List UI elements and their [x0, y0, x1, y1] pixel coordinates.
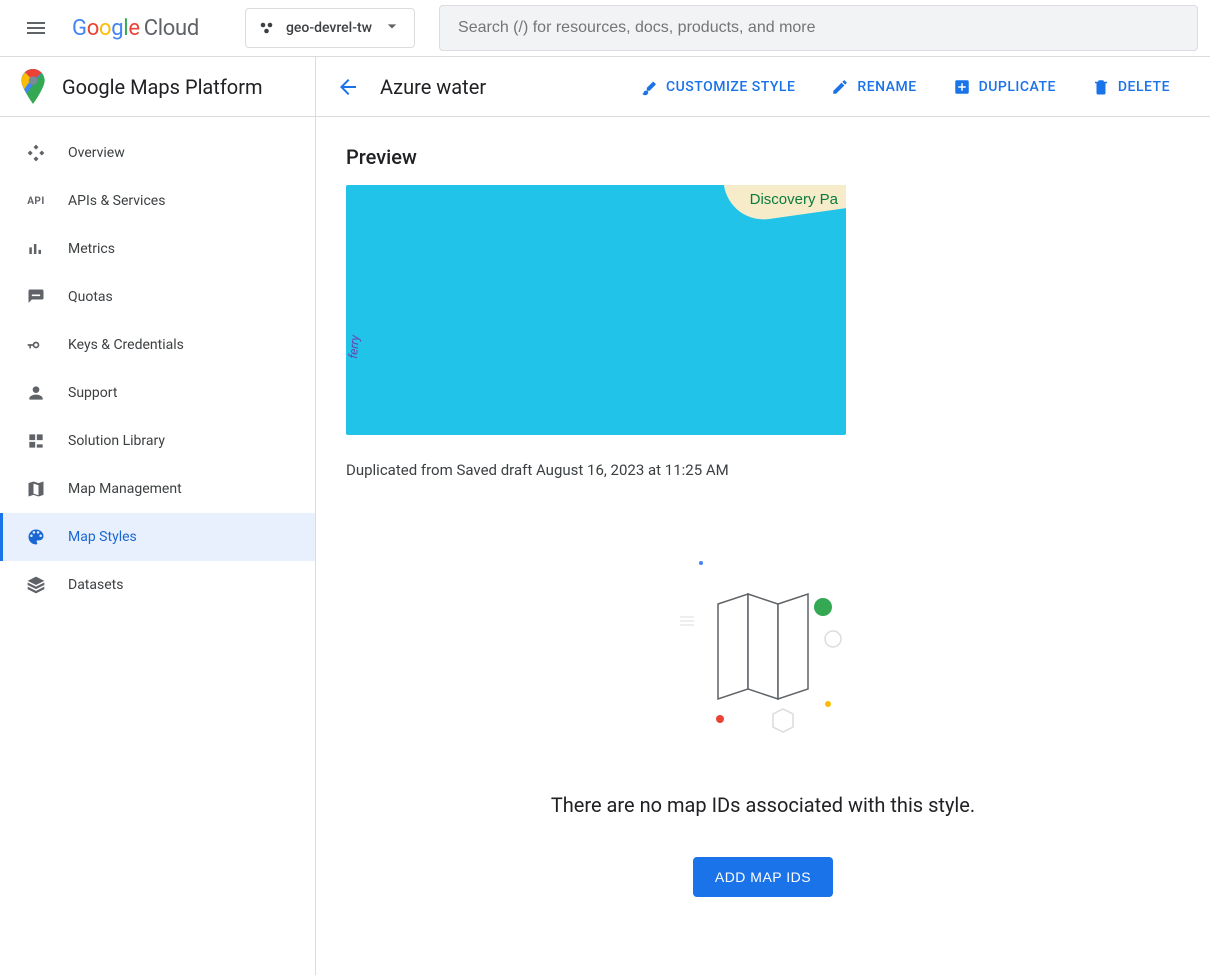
action-label: DUPLICATE: [979, 79, 1056, 95]
hamburger-icon: [24, 16, 48, 40]
sidebar-item-map-styles[interactable]: Map Styles: [0, 513, 315, 561]
sidebar-item-label: Quotas: [68, 289, 113, 305]
main-body: Preview Discovery Pa ferry Duplicated fr…: [316, 117, 1210, 925]
sidebar-title: Google Maps Platform: [62, 75, 263, 99]
sidebar-item-support[interactable]: Support: [0, 369, 315, 417]
sidebar-item-label: Solution Library: [68, 433, 165, 449]
page-title: Azure water: [380, 75, 486, 99]
duplicate-icon: [953, 78, 971, 96]
sidebar-item-datasets[interactable]: Datasets: [0, 561, 315, 609]
sidebar-item-apis[interactable]: API APIs & Services: [0, 177, 315, 225]
sidebar-item-overview[interactable]: Overview: [0, 129, 315, 177]
edit-icon: [831, 78, 849, 96]
sidebar-item-label: Support: [68, 385, 117, 401]
sidebar-item-keys[interactable]: Keys & Credentials: [0, 321, 315, 369]
sidebar-item-label: APIs & Services: [68, 193, 165, 209]
solution-icon: [24, 431, 48, 451]
empty-state-text: There are no map IDs associated with thi…: [551, 793, 975, 817]
quotas-icon: [24, 287, 48, 307]
page-actions: CUSTOMIZE STYLE RENAME DUPLICATE DELETE: [640, 78, 1190, 96]
api-icon: API: [24, 196, 48, 207]
customize-style-button[interactable]: CUSTOMIZE STYLE: [640, 78, 795, 96]
back-button[interactable]: [336, 75, 360, 99]
menu-button[interactable]: [12, 4, 60, 52]
map-ferry-label: ferry: [346, 335, 362, 360]
overview-icon: [24, 143, 48, 163]
keys-icon: [24, 335, 48, 355]
maps-pin-icon: [20, 69, 46, 105]
sidebar-item-map-management[interactable]: Map Management: [0, 465, 315, 513]
delete-button[interactable]: DELETE: [1092, 78, 1170, 96]
dropdown-icon: [382, 16, 402, 40]
brush-icon: [640, 78, 658, 96]
arrow-back-icon: [336, 75, 360, 99]
action-label: RENAME: [857, 79, 916, 95]
map-management-icon: [24, 479, 48, 499]
main-panel: Azure water CUSTOMIZE STYLE RENAME DUPLI…: [316, 57, 1210, 975]
page-bar: Azure water CUSTOMIZE STYLE RENAME DUPLI…: [316, 57, 1210, 117]
add-map-ids-button[interactable]: ADD MAP IDS: [693, 857, 833, 897]
sidebar-item-label: Map Management: [68, 481, 182, 497]
sidebar-item-label: Overview: [68, 145, 125, 161]
search-bar[interactable]: [439, 5, 1198, 51]
sidebar-item-solution[interactable]: Solution Library: [0, 417, 315, 465]
sidebar: Google Maps Platform Overview API APIs &…: [0, 57, 316, 975]
map-preview: Discovery Pa ferry: [346, 185, 846, 435]
project-name: geo-devrel-tw: [286, 20, 372, 36]
search-input[interactable]: [456, 18, 1181, 38]
sidebar-item-label: Metrics: [68, 241, 115, 257]
datasets-icon: [24, 575, 48, 595]
support-icon: [24, 383, 48, 403]
project-icon: [258, 19, 276, 37]
sidebar-header: Google Maps Platform: [0, 57, 315, 117]
action-label: DELETE: [1118, 79, 1170, 95]
duplicate-button[interactable]: DUPLICATE: [953, 78, 1056, 96]
empty-illustration: [668, 549, 858, 739]
top-header: Google Cloud geo-devrel-tw: [0, 0, 1210, 57]
rename-button[interactable]: RENAME: [831, 78, 916, 96]
google-cloud-logo[interactable]: Google Cloud: [72, 16, 199, 41]
sidebar-item-label: Datasets: [68, 577, 123, 593]
action-label: CUSTOMIZE STYLE: [666, 79, 795, 95]
map-place-label: Discovery Pa: [750, 191, 838, 208]
sidebar-item-label: Map Styles: [68, 529, 137, 545]
delete-icon: [1092, 78, 1110, 96]
metrics-icon: [24, 239, 48, 259]
duplicated-meta: Duplicated from Saved draft August 16, 2…: [346, 461, 1180, 479]
preview-heading: Preview: [346, 145, 1180, 169]
sidebar-item-quotas[interactable]: Quotas: [0, 273, 315, 321]
project-selector[interactable]: geo-devrel-tw: [245, 8, 415, 48]
empty-state: There are no map IDs associated with thi…: [346, 549, 1180, 897]
map-styles-icon: [24, 527, 48, 547]
sidebar-item-metrics[interactable]: Metrics: [0, 225, 315, 273]
sidebar-nav: Overview API APIs & Services Metrics Quo…: [0, 117, 315, 609]
sidebar-item-label: Keys & Credentials: [68, 337, 184, 353]
